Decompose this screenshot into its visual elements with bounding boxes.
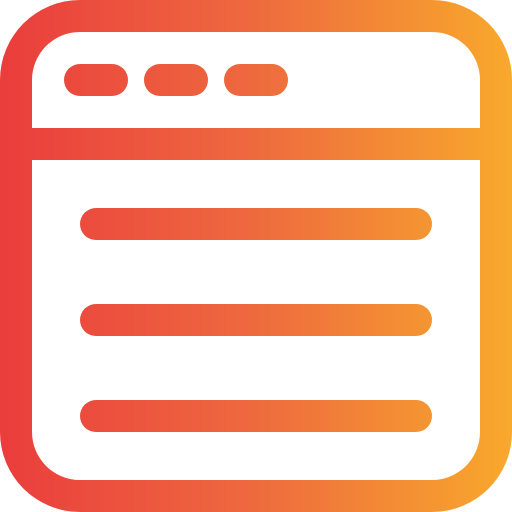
content-line (80, 400, 432, 432)
title-bar-dot (144, 64, 208, 96)
browser-window-svg (0, 0, 512, 512)
content-line (80, 208, 432, 240)
browser-window-icon (0, 0, 512, 512)
content-line (80, 304, 432, 336)
title-bar-dot (224, 64, 288, 96)
title-bar-dot (64, 64, 128, 96)
title-bar-divider (16, 128, 496, 160)
